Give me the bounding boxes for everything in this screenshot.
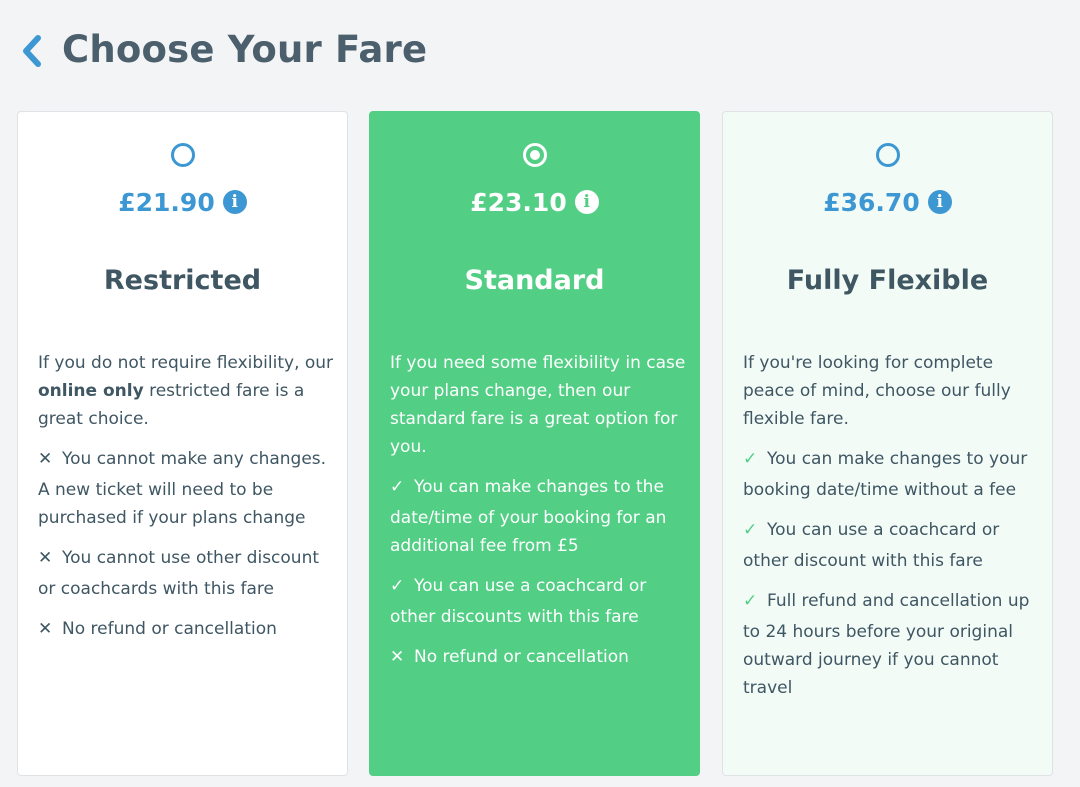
fare-radio-standard[interactable] <box>522 143 547 167</box>
tick-icon: ✓ <box>390 477 405 497</box>
feature-item: ✓ Full refund and cancellation up to 24 h… <box>743 584 1040 702</box>
fare-details: If you do not require flexibility, our o… <box>38 349 335 646</box>
fare-card-restricted[interactable]: £21.90 i Restricted If you do not requir… <box>17 111 348 776</box>
fare-details: If you need some flexibility in case you… <box>390 349 687 674</box>
tick-icon: ✓ <box>743 449 758 469</box>
fare-description: If you do not require flexibility, our o… <box>38 353 334 429</box>
feature-item: ✕ No refund or cancellation <box>390 640 687 674</box>
tick-icon: ✓ <box>390 576 405 596</box>
fare-price: £36.70 <box>823 187 920 217</box>
chevron-left-icon <box>23 35 41 67</box>
info-icon[interactable]: i <box>574 190 599 214</box>
price-row: £21.90 i <box>18 184 347 220</box>
fare-description: If you're looking for complete peace of … <box>743 353 1011 429</box>
fare-card-fully-flexible[interactable]: £36.70 i Fully Flexible If you're lookin… <box>722 111 1053 776</box>
cross-icon: ✕ <box>38 619 53 639</box>
page-header: Choose Your Fare <box>0 0 1080 100</box>
feature-item: ✓ You can use a coachcard or other discou… <box>743 513 1040 575</box>
radio-selected-dot <box>529 150 540 160</box>
fare-card-standard[interactable]: £23.10 i Standard If you need some flexi… <box>369 111 700 776</box>
feature-item: ✓ You can make changes to your booking da… <box>743 442 1040 504</box>
feature-item: ✓ You can make changes to the date/time o… <box>390 470 687 560</box>
page-title: Choose Your Fare <box>62 28 428 71</box>
fare-radio-fully-flexible[interactable] <box>875 143 900 167</box>
fare-name: Fully Flexible <box>786 265 989 296</box>
fare-name: Standard <box>464 265 605 296</box>
tick-icon: ✓ <box>743 591 758 611</box>
tick-icon: ✓ <box>743 520 758 540</box>
cross-icon: ✕ <box>390 647 405 667</box>
feature-item: ✕ You cannot use other discount or coachc… <box>38 541 335 603</box>
fare-name: Restricted <box>103 265 262 296</box>
fare-price: £23.10 <box>470 187 567 217</box>
fare-description: If you need some flexibility in case you… <box>390 353 686 457</box>
price-row: £23.10 i <box>370 184 699 220</box>
fare-radio-restricted[interactable] <box>170 143 195 167</box>
feature-item: ✕ You cannot make any changes. A new tick… <box>38 442 335 532</box>
feature-item: ✕ No refund or cancellation <box>38 612 335 646</box>
fare-price: £21.90 <box>118 187 215 217</box>
back-button[interactable] <box>16 30 48 72</box>
info-icon[interactable]: i <box>927 190 952 214</box>
cross-icon: ✕ <box>38 548 53 568</box>
price-row: £36.70 i <box>723 184 1052 220</box>
info-icon[interactable]: i <box>222 190 247 214</box>
feature-item: ✓ You can use a coachcard or other discou… <box>390 569 687 631</box>
fare-details: If you're looking for complete peace of … <box>743 349 1040 702</box>
cross-icon: ✕ <box>38 449 53 469</box>
